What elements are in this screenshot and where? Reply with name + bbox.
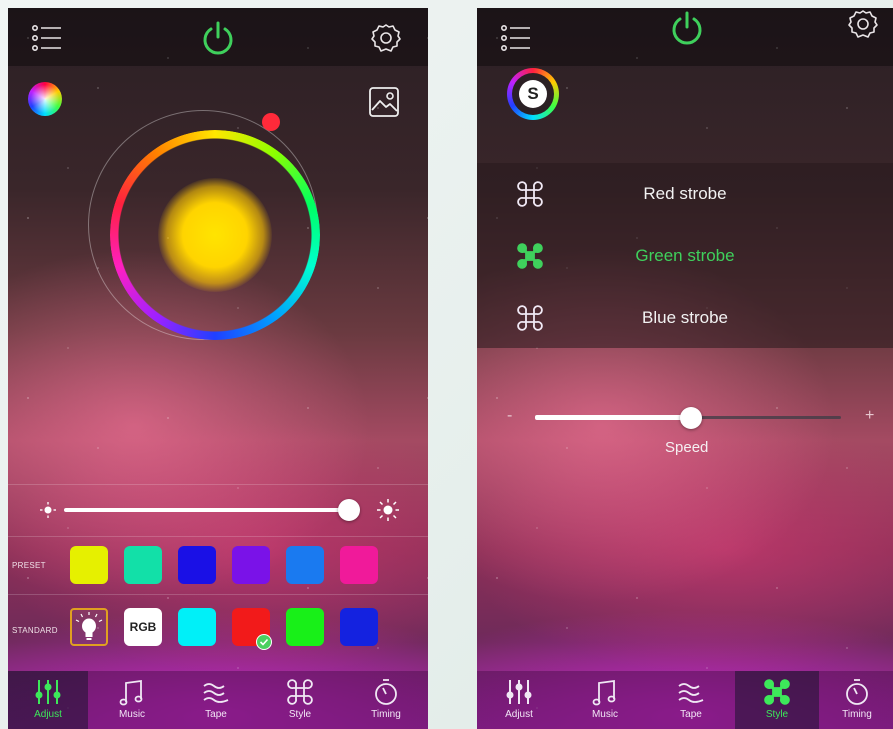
sun-large-icon — [376, 498, 400, 522]
nav-music[interactable]: Music — [92, 671, 172, 729]
style-badge-letter: S — [519, 80, 547, 108]
strobe-label: Green strobe — [635, 246, 735, 265]
preset-swatch[interactable] — [124, 546, 162, 584]
nav-tape[interactable]: Tape — [649, 671, 733, 729]
nav-style[interactable]: Style — [260, 671, 340, 729]
gear-icon[interactable] — [370, 22, 402, 54]
preset-swatch[interactable] — [232, 546, 270, 584]
adjust-screen: PRESET STANDARD RGB Adjust Music Tape St… — [8, 8, 428, 729]
preset-swatch[interactable] — [70, 546, 108, 584]
speed-label: Speed — [665, 439, 709, 456]
speed-increase-button[interactable]: + — [865, 407, 874, 425]
nav-style[interactable]: Style — [735, 671, 819, 729]
power-icon[interactable] — [198, 18, 238, 58]
preset-swatch[interactable] — [340, 546, 378, 584]
strobe-item-blue[interactable]: Blue strobe — [477, 287, 893, 349]
strobe-list: Red strobe Green strobe Blue strobe — [477, 163, 893, 348]
nav-label: Adjust — [34, 709, 62, 720]
list-menu-icon[interactable] — [30, 22, 64, 54]
nav-adjust[interactable]: Adjust — [477, 671, 561, 729]
color-wheel[interactable] — [88, 110, 338, 360]
nav-label: Timing — [371, 709, 401, 720]
command-icon — [764, 679, 790, 705]
brightness-row — [8, 484, 428, 536]
tape-icon — [203, 683, 229, 703]
preset-swatch[interactable] — [286, 546, 324, 584]
list-menu-icon[interactable] — [499, 22, 533, 54]
timer-icon — [846, 679, 868, 705]
strobe-item-red[interactable]: Red strobe — [477, 163, 893, 225]
top-bar — [477, 8, 893, 66]
white-light-button[interactable] — [70, 608, 108, 646]
style-screen: S Red strobe Green strobe Blue strobe - … — [477, 8, 893, 729]
bottom-nav: Adjust Music Tape Style Timing — [8, 671, 428, 729]
rgb-button[interactable]: RGB — [124, 608, 162, 646]
standard-row: STANDARD RGB — [8, 594, 428, 652]
top-bar — [8, 8, 428, 66]
nav-tape[interactable]: Tape — [176, 671, 256, 729]
speed-slider-fill — [535, 415, 692, 420]
standard-swatch[interactable] — [178, 608, 216, 646]
preset-row: PRESET — [8, 536, 428, 594]
current-color-preview — [158, 178, 272, 292]
preset-label: PRESET — [12, 561, 46, 570]
style-badge-inner: S — [512, 73, 554, 115]
nav-label: Timing — [842, 709, 872, 720]
style-mode-badge[interactable]: S — [507, 68, 559, 120]
speed-control: - + Speed — [477, 404, 893, 474]
music-note-icon — [592, 679, 616, 706]
equalizer-icon — [35, 680, 61, 704]
gear-icon[interactable] — [847, 8, 879, 40]
nav-timing[interactable]: Timing — [344, 671, 428, 729]
music-note-icon — [119, 679, 143, 706]
equalizer-icon — [506, 680, 532, 704]
command-icon — [287, 679, 313, 705]
nav-label: Tape — [205, 709, 227, 720]
bottom-nav: Adjust Music Tape Style Timing — [477, 671, 893, 729]
strobe-item-green[interactable]: Green strobe — [477, 225, 893, 287]
nav-label: Adjust — [505, 709, 533, 720]
nav-label: Tape — [680, 709, 702, 720]
brightness-slider[interactable] — [64, 508, 349, 512]
standard-swatch[interactable] — [340, 608, 378, 646]
nav-timing[interactable]: Timing — [821, 671, 893, 729]
speed-decrease-button[interactable]: - — [507, 407, 512, 425]
check-icon — [256, 634, 272, 650]
nav-label: Music — [118, 709, 146, 720]
nav-label: Style — [765, 709, 789, 720]
standard-swatch[interactable] — [286, 608, 324, 646]
timer-icon — [375, 679, 397, 705]
nav-label: Style — [288, 709, 312, 720]
color-circle-icon[interactable] — [28, 82, 62, 116]
standard-label: STANDARD — [12, 626, 58, 635]
tape-icon — [678, 683, 704, 703]
brightness-thumb[interactable] — [338, 499, 360, 521]
sun-small-icon — [38, 500, 58, 520]
preset-swatch[interactable] — [178, 546, 216, 584]
strobe-label: Blue strobe — [642, 308, 728, 327]
bulb-icon — [75, 612, 103, 640]
nav-adjust[interactable]: Adjust — [8, 671, 88, 729]
power-icon[interactable] — [667, 8, 707, 48]
wheel-handle[interactable] — [262, 113, 280, 131]
speed-thumb[interactable] — [680, 407, 703, 429]
nav-label: Music — [591, 709, 619, 720]
nav-music[interactable]: Music — [563, 671, 647, 729]
image-icon[interactable] — [368, 86, 400, 118]
strobe-label: Red strobe — [643, 184, 727, 203]
